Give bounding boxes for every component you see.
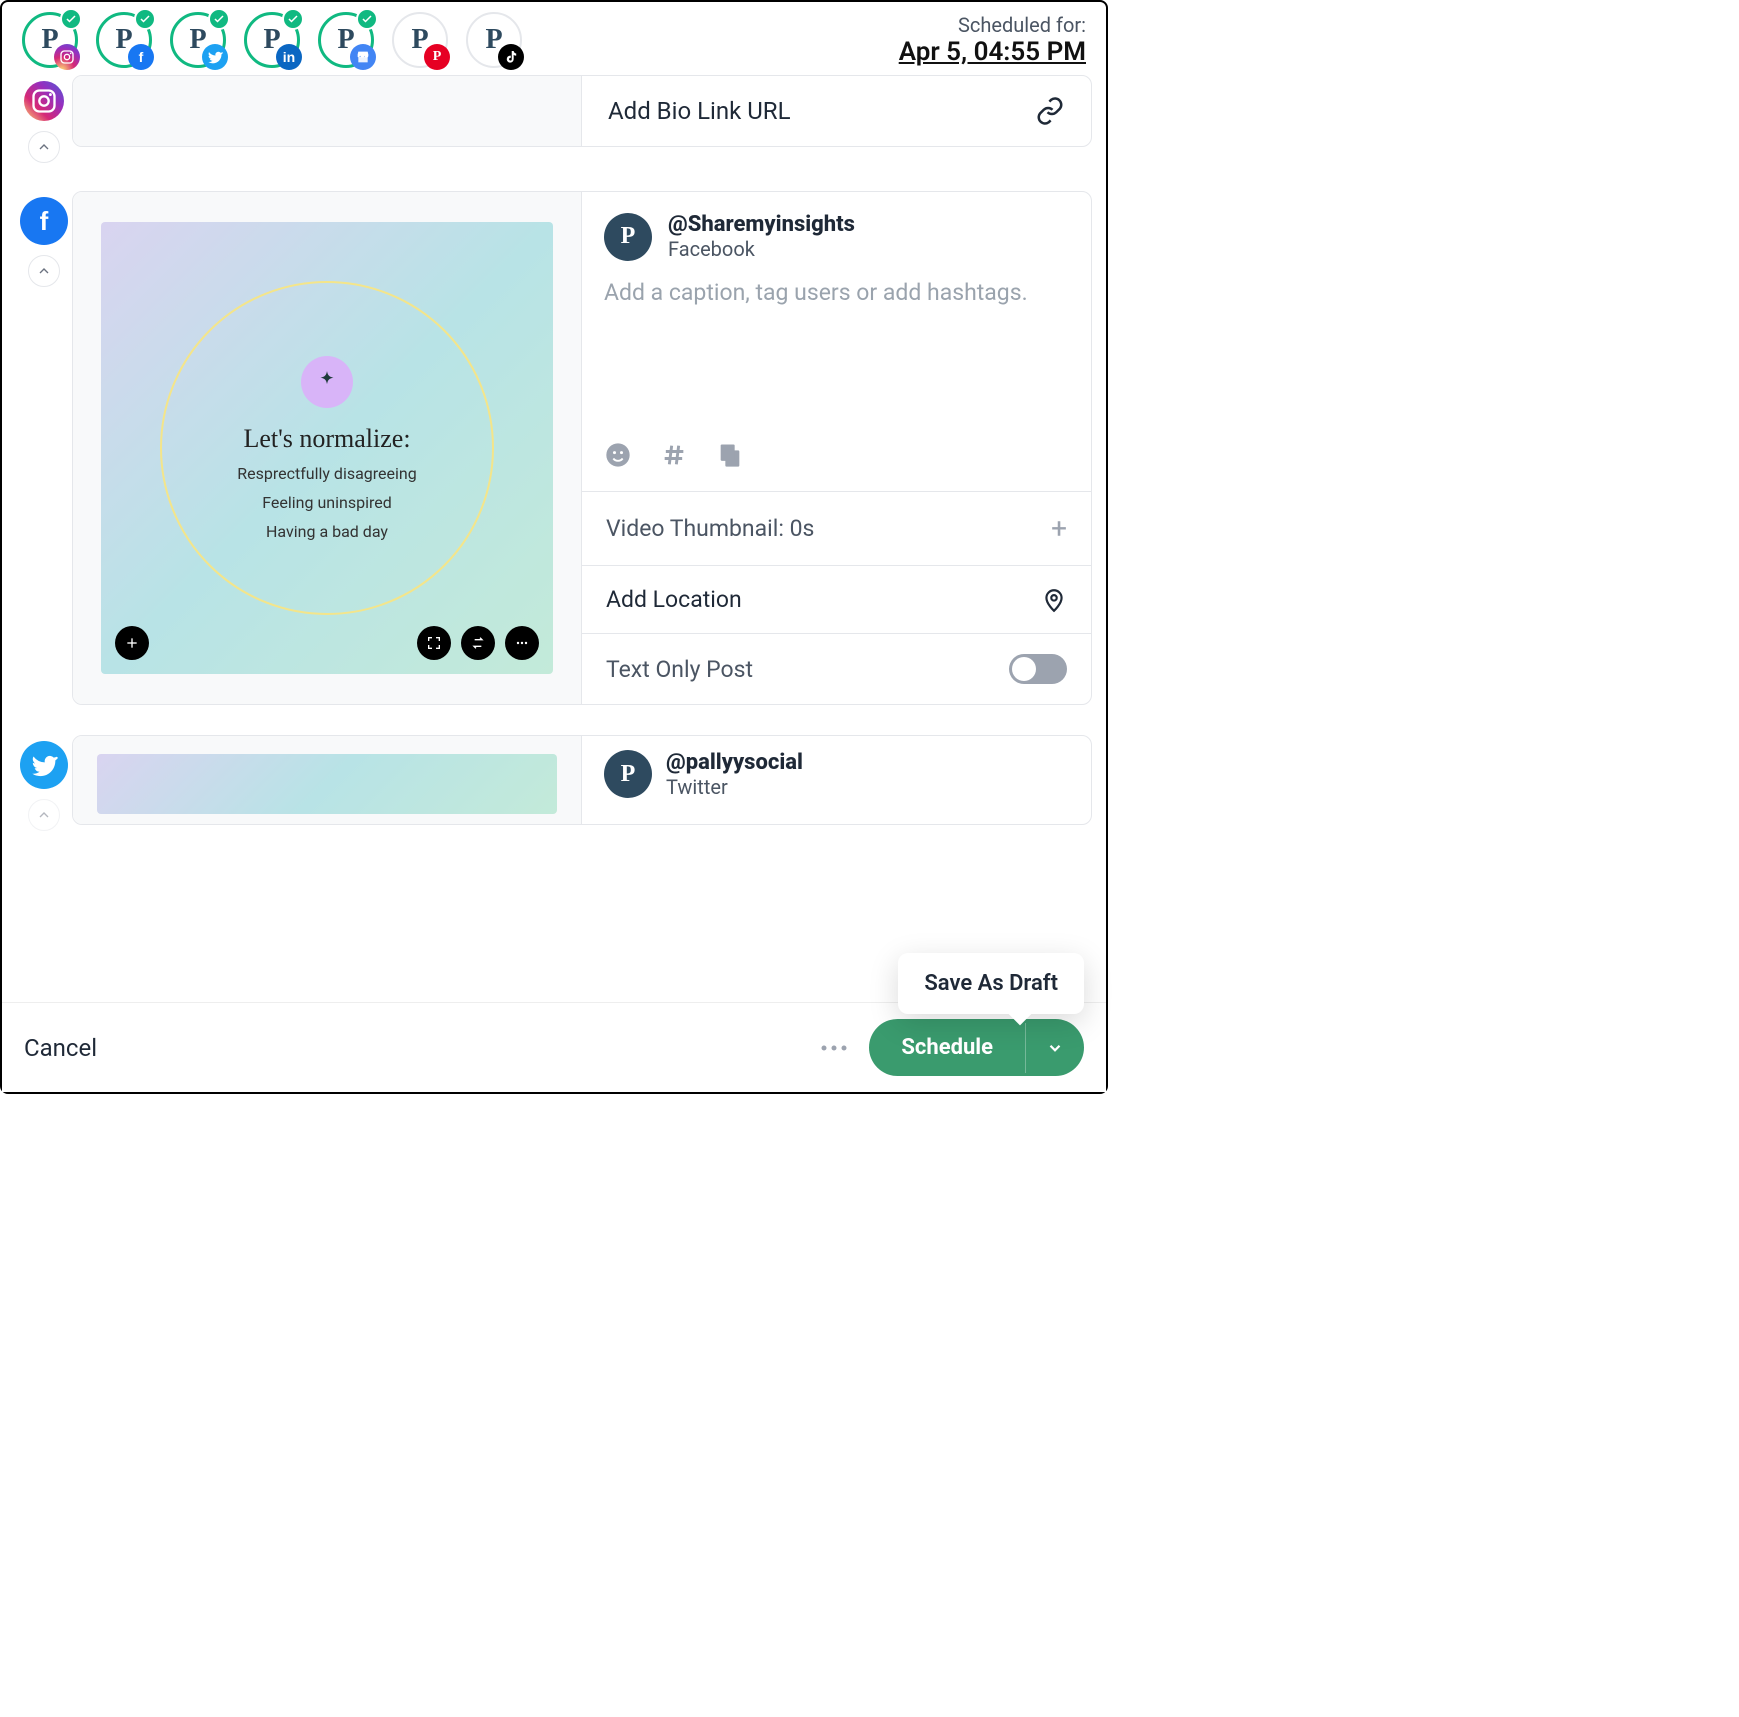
facebook-icon: f xyxy=(128,44,154,70)
add-media-button[interactable] xyxy=(115,626,149,660)
account-linkedin[interactable]: P in xyxy=(244,12,300,68)
twitter-card: P @pallyysocial Twitter xyxy=(72,735,1092,825)
main-scroll[interactable]: Add Bio Link URL f Let's normalize: Resp… xyxy=(2,75,1106,1002)
location-label: Add Location xyxy=(606,586,742,613)
account-twitter[interactable]: P xyxy=(170,12,226,68)
schedule-button-group: Schedule xyxy=(869,1019,1084,1076)
media-preview[interactable]: Let's normalize: Resprectfully disagreei… xyxy=(101,222,553,674)
emoji-button[interactable] xyxy=(604,441,632,473)
linkedin-icon: in xyxy=(276,44,302,70)
check-icon xyxy=(208,8,230,30)
twitter-icon xyxy=(202,44,228,70)
facebook-rail-icon: f xyxy=(20,197,68,245)
check-icon xyxy=(134,8,156,30)
avatar: P xyxy=(604,213,652,261)
footer: Cancel Schedule Save As Draft xyxy=(2,1002,1106,1092)
google-business-icon xyxy=(350,44,376,70)
account-handle: @pallyysocial xyxy=(666,750,803,775)
add-location-row[interactable]: Add Location xyxy=(582,565,1091,633)
collapse-button[interactable] xyxy=(28,799,60,831)
add-bio-link-row[interactable]: Add Bio Link URL xyxy=(582,76,1091,146)
copy-button[interactable] xyxy=(716,441,744,473)
scheduled-label: Scheduled for: xyxy=(899,13,1086,37)
link-icon xyxy=(1035,96,1065,126)
schedule-dropdown-button[interactable] xyxy=(1025,1023,1084,1073)
scheduled-info: Scheduled for: Apr 5, 04:55 PM xyxy=(899,13,1086,67)
swap-button[interactable] xyxy=(461,626,495,660)
check-icon xyxy=(282,8,304,30)
collapse-button[interactable] xyxy=(28,131,60,163)
account-google-business[interactable]: P xyxy=(318,12,374,68)
scheduled-time[interactable]: Apr 5, 04:55 PM xyxy=(899,37,1086,67)
sparkle-icon xyxy=(301,356,353,408)
media-line-2: Feeling uninspired xyxy=(262,493,392,512)
pinterest-icon: P xyxy=(424,44,450,70)
media-more-button[interactable] xyxy=(505,626,539,660)
text-only-label: Text Only Post xyxy=(606,656,753,683)
more-button[interactable] xyxy=(819,1038,849,1057)
caption-input[interactable]: Add a caption, tag users or add hashtags… xyxy=(582,265,1091,435)
media-panel xyxy=(73,736,582,824)
media-graphic: Let's normalize: Resprectfully disagreei… xyxy=(160,281,494,615)
instagram-icon xyxy=(54,44,80,70)
tiktok-icon xyxy=(498,44,524,70)
twitter-rail-icon xyxy=(20,741,68,789)
instagram-rail-icon xyxy=(24,81,64,121)
collapse-button[interactable] xyxy=(28,255,60,287)
text-only-row: Text Only Post xyxy=(582,633,1091,704)
media-panel-partial xyxy=(73,76,582,146)
check-icon xyxy=(356,8,378,30)
location-icon xyxy=(1041,587,1067,613)
media-panel: Let's normalize: Resprectfully disagreei… xyxy=(73,192,582,704)
video-thumbnail-row[interactable]: Video Thumbnail: 0s + xyxy=(582,491,1091,565)
account-handle: @Sharemyinsights xyxy=(668,212,855,237)
facebook-card: Let's normalize: Resprectfully disagreei… xyxy=(72,191,1092,705)
video-thumbnail-label: Video Thumbnail: 0s xyxy=(606,515,814,542)
hashtag-button[interactable] xyxy=(660,441,688,473)
caption-panel: P @pallyysocial Twitter xyxy=(582,736,1091,824)
media-line-1: Resprectfully disagreeing xyxy=(237,464,416,483)
check-icon xyxy=(60,8,82,30)
account-facebook[interactable]: P f xyxy=(96,12,152,68)
text-only-toggle[interactable] xyxy=(1009,654,1067,684)
network-label: Facebook xyxy=(668,237,855,261)
account-pinterest[interactable]: P P xyxy=(392,12,448,68)
account-instagram[interactable]: P xyxy=(22,12,78,68)
schedule-button[interactable]: Schedule xyxy=(869,1019,1025,1076)
media-line-3: Having a bad day xyxy=(266,522,388,541)
bio-link-label: Add Bio Link URL xyxy=(608,97,791,125)
instagram-card-partial: Add Bio Link URL xyxy=(72,75,1092,147)
cancel-button[interactable]: Cancel xyxy=(24,1034,97,1062)
save-as-draft-tooltip[interactable]: Save As Draft xyxy=(898,953,1084,1014)
network-label: Twitter xyxy=(666,775,803,799)
caption-panel: P @Sharemyinsights Facebook Add a captio… xyxy=(582,192,1091,704)
avatar: P xyxy=(604,750,652,798)
account-selector: P P f P P in P P P xyxy=(22,12,522,68)
fullscreen-button[interactable] xyxy=(417,626,451,660)
media-preview-peek xyxy=(97,754,557,814)
plus-icon: + xyxy=(1051,512,1067,545)
account-tiktok[interactable]: P xyxy=(466,12,522,68)
header: P P f P P in P P P xyxy=(2,2,1106,75)
media-title: Let's normalize: xyxy=(243,424,410,454)
